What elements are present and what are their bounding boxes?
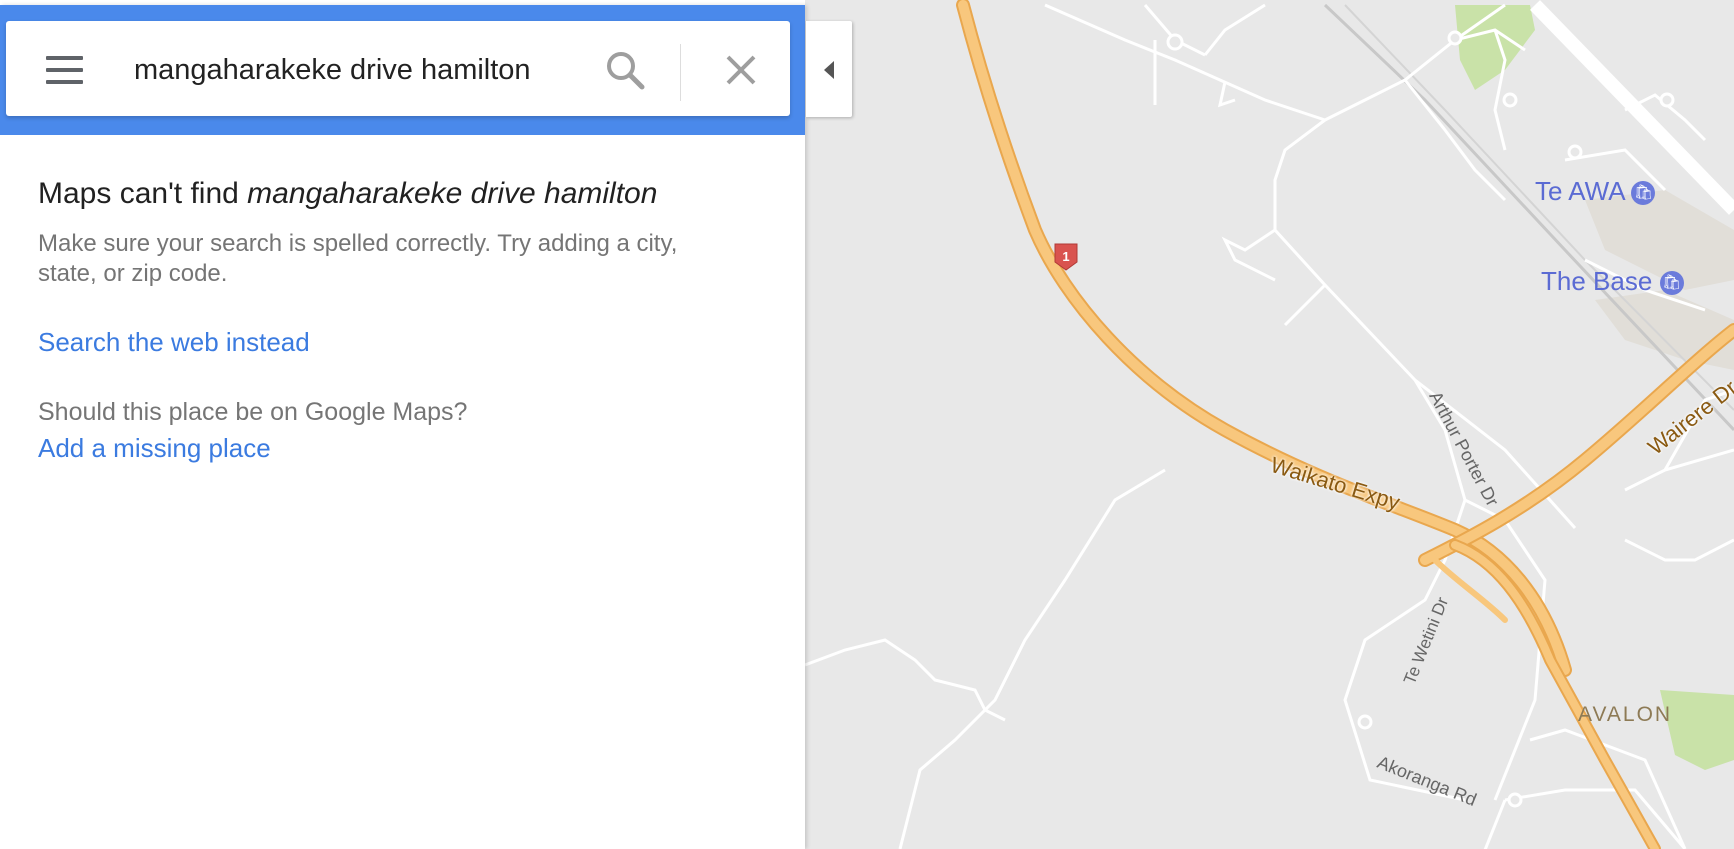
search-header: [0, 5, 805, 135]
add-missing-place-link[interactable]: Add a missing place: [38, 433, 778, 464]
no-results-hint: Make sure your search is spelled correct…: [38, 230, 678, 287]
no-results-title: Maps can't find mangaharakeke drive hami…: [38, 177, 778, 211]
close-icon: [726, 55, 756, 85]
caret-left-icon: [824, 61, 834, 79]
poi-te-awa-label: Te AWA: [1535, 176, 1625, 206]
poi-the-base[interactable]: The Base 🛍: [1541, 266, 1684, 297]
search-input[interactable]: [134, 47, 574, 93]
no-results-content: Maps can't find mangaharakeke drive hami…: [38, 177, 778, 464]
search-web-link[interactable]: Search the web instead: [38, 327, 778, 358]
svg-text:1: 1: [1062, 249, 1069, 264]
search-box: [6, 21, 790, 116]
no-results-title-prefix: Maps can't find: [38, 177, 248, 210]
shopping-bag-icon: 🛍: [1631, 181, 1656, 206]
no-results-query: mangaharakeke drive hamilton: [247, 177, 658, 210]
hamburger-menu-icon: [46, 56, 83, 60]
highway-waikato-expy: [958, 0, 1570, 675]
side-panel: Maps can't find mangaharakeke drive hami…: [0, 5, 805, 849]
missing-place-question: Should this place be on Google Maps?: [38, 398, 468, 426]
search-icon: [607, 52, 645, 90]
area-label-avalon: AVALON: [1578, 703, 1673, 726]
shopping-bag-icon: 🛍: [1659, 271, 1684, 296]
collapse-panel-button[interactable]: [806, 21, 852, 117]
poi-te-awa[interactable]: Te AWA 🛍: [1535, 176, 1656, 207]
map-canvas[interactable]: 1 Te AWA 🛍 The Base 🛍 Waikato Expy Waire…: [805, 0, 1734, 849]
park-area: [1660, 690, 1734, 770]
poi-the-base-label: The Base: [1541, 266, 1653, 296]
clear-search-button[interactable]: [718, 47, 764, 93]
search-button[interactable]: [602, 47, 648, 93]
menu-button[interactable]: [34, 50, 83, 90]
search-divider: [680, 44, 681, 101]
